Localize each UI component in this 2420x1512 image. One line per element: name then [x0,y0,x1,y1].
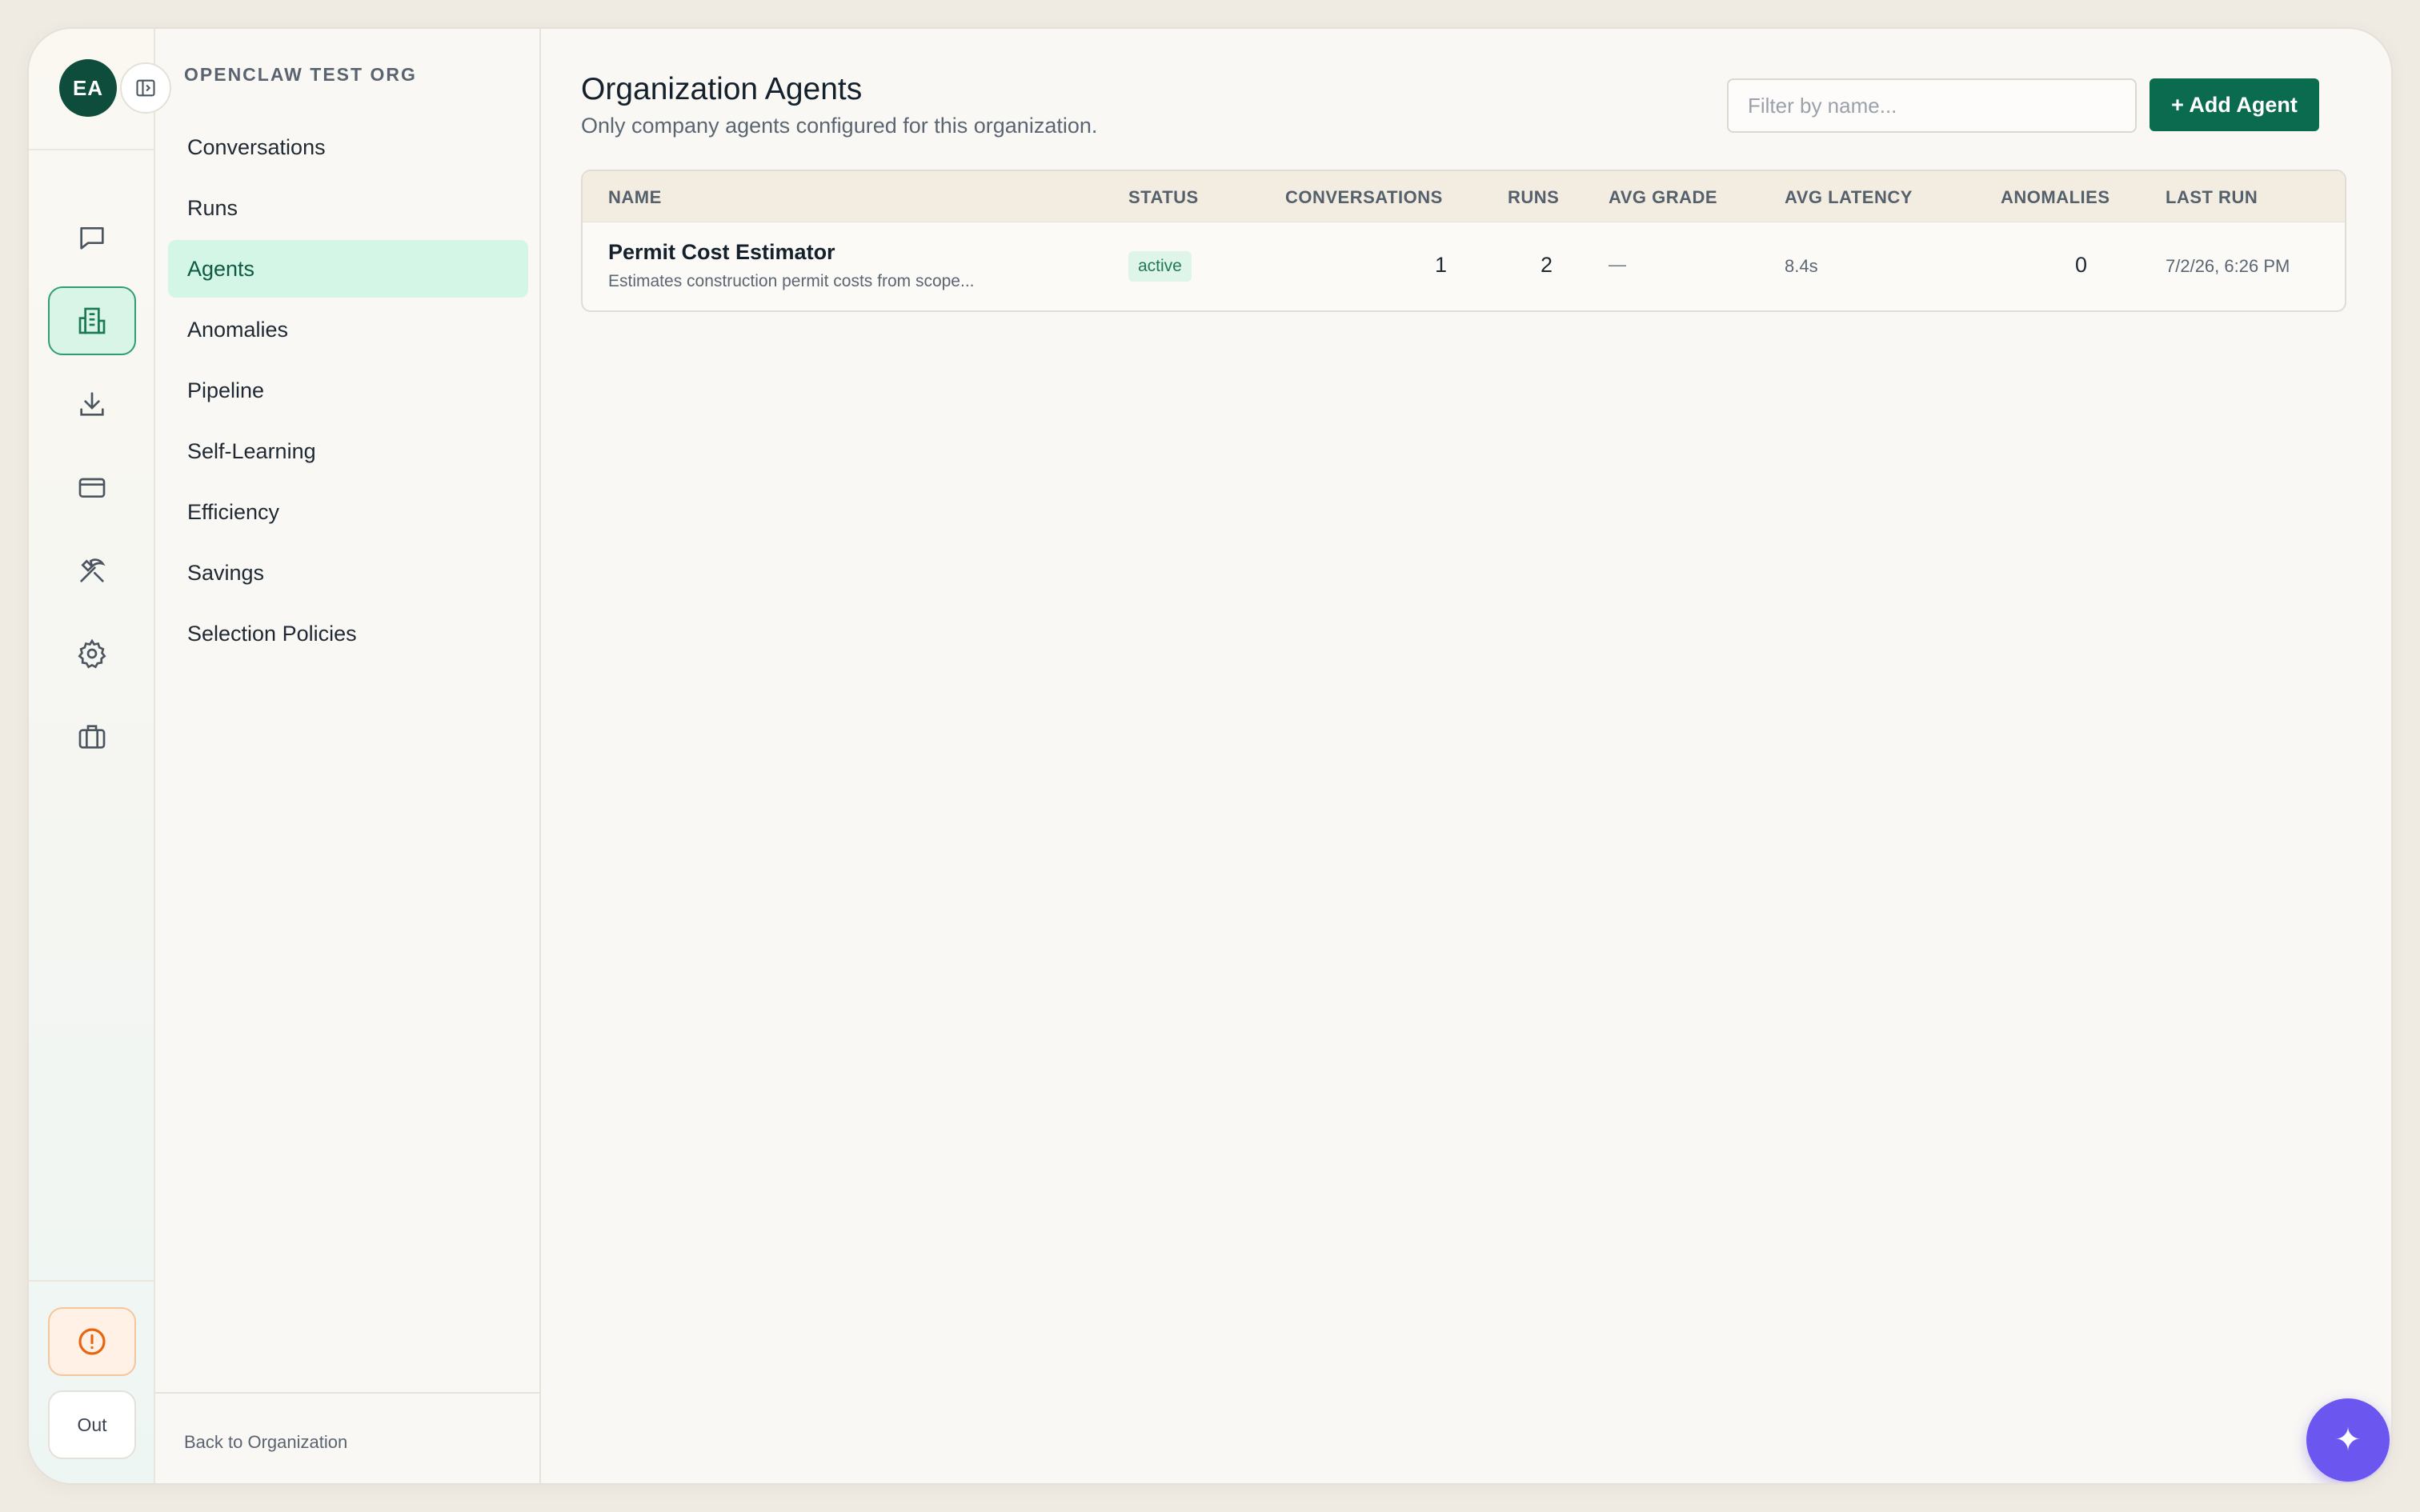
col-header-name[interactable]: NAME [608,187,662,208]
briefcase-icon [78,725,106,749]
page-subtitle: Only company agents configured for this … [581,114,1098,138]
icon-rail: EA Out [29,29,171,1483]
back-to-organization-link[interactable]: Back to Organization [184,1432,347,1453]
rail-bottom-divider [29,1280,155,1282]
rail-item-workspace[interactable] [48,702,136,771]
sparkle-icon: ✦ [2334,1422,2362,1458]
alert-circle-icon [78,1328,106,1355]
gear-icon [78,638,106,669]
chat-icon [80,227,104,250]
col-header-last-run[interactable]: LAST RUN [2166,187,2258,208]
nav-item-selection-policies[interactable]: Selection Policies [168,605,528,662]
last-run-value: 7/2/26, 6:26 PM [2166,256,2290,276]
nav-list: Conversations Runs Agents Anomalies Pipe… [168,118,528,666]
col-header-anomalies[interactable]: ANOMALIES [2001,187,2110,208]
app-window: EA Out OPENCLAW TEST ORG Conversations R… [27,27,2393,1485]
org-subnav: OPENCLAW TEST ORG Conversations Runs Age… [155,29,541,1483]
nav-item-agents[interactable]: Agents [168,240,528,298]
table-row[interactable]: Permit Cost Estimator Estimates construc… [583,222,2345,310]
rail-item-organization[interactable] [48,286,136,355]
sidebar-toggle-button[interactable] [120,62,171,114]
avg-grade-value: — [1609,254,1626,274]
tools-icon [80,558,106,582]
assistant-fab-button[interactable]: ✦ [2306,1398,2390,1482]
runs-count: 2 [1540,253,1553,277]
building-icon [78,307,106,334]
main-content: Organization Agents Only company agents … [541,29,2391,1483]
agent-name[interactable]: Permit Cost Estimator [608,240,835,265]
anomalies-count: 0 [2074,253,2087,277]
nav-item-savings[interactable]: Savings [168,544,528,602]
sidebar-toggle-icon [136,79,155,97]
nav-item-self-learning[interactable]: Self-Learning [168,422,528,480]
conversations-count: 1 [1434,253,1447,277]
col-header-runs[interactable]: RUNS [1508,187,1559,208]
rail-item-settings[interactable] [48,619,136,688]
download-icon [80,392,104,416]
subnav-divider [155,1392,539,1394]
credit-card-icon [78,478,106,498]
col-header-status[interactable]: STATUS [1128,187,1199,208]
avg-latency-value: 8.4s [1785,256,1818,276]
filter-by-name-input[interactable] [1727,78,2137,133]
sign-out-button[interactable]: Out [48,1390,136,1459]
nav-item-pipeline[interactable]: Pipeline [168,362,528,419]
org-name: OPENCLAW TEST ORG [184,64,417,85]
status-badge: active [1128,251,1192,282]
page-title: Organization Agents [581,72,863,106]
alerts-button[interactable] [48,1307,136,1376]
rail-item-tools[interactable] [48,536,136,605]
col-header-avg-grade[interactable]: AVG GRADE [1609,187,1717,208]
col-header-avg-latency[interactable]: AVG LATENCY [1785,187,1913,208]
table-header: NAME STATUS CONVERSATIONS RUNS AVG GRADE… [583,171,2345,222]
rail-item-billing[interactable] [48,453,136,522]
avatar[interactable]: EA [59,59,117,117]
rail-divider [29,149,155,150]
agents-table: NAME STATUS CONVERSATIONS RUNS AVG GRADE… [581,170,2346,312]
nav-item-anomalies[interactable]: Anomalies [168,301,528,358]
nav-item-efficiency[interactable]: Efficiency [168,483,528,541]
nav-item-conversations[interactable]: Conversations [168,118,528,176]
rail-item-conversations[interactable] [48,203,136,272]
rail-item-imports[interactable] [48,370,136,438]
agent-description: Estimates construction permit costs from… [608,272,975,290]
nav-item-runs[interactable]: Runs [168,179,528,237]
col-header-conversations[interactable]: CONVERSATIONS [1285,187,1443,208]
add-agent-button[interactable]: + Add Agent [2150,78,2319,131]
